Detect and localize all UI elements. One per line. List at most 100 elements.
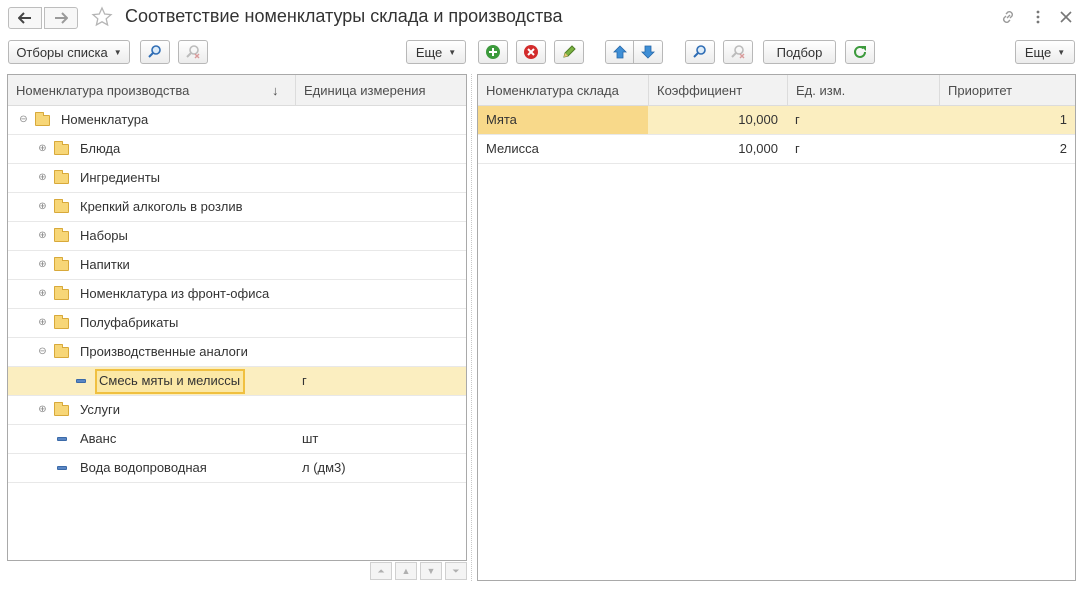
expand-icon[interactable]: ⊕ [38, 144, 47, 154]
table-row-selected[interactable]: Мята 10,000 г 1 [478, 106, 1075, 135]
table-row[interactable]: ⊖ Производственные аналоги [8, 338, 466, 367]
expand-icon[interactable]: ⊕ [38, 289, 47, 299]
column-header-production-nomenclature[interactable]: Номенклатура производства ↓ [8, 75, 295, 106]
row-name: Блюда [80, 141, 121, 156]
row-name: Напитки [80, 257, 130, 272]
expand-icon[interactable]: ⊕ [38, 231, 47, 241]
row-coefficient: 10,000 [738, 112, 778, 127]
table-row[interactable]: ⊖ Номенклатура [8, 106, 466, 135]
row-unit: шт [302, 431, 319, 446]
table-row[interactable]: Аванс шт [8, 425, 466, 454]
column-header-priority[interactable]: Приоритет [939, 75, 1075, 106]
move-up-button[interactable] [605, 40, 634, 64]
table-row[interactable]: ⊕ Блюда [8, 135, 466, 164]
table-row[interactable]: ⊕ Услуги [8, 396, 466, 425]
row-unit: г [795, 112, 800, 127]
folder-icon [54, 141, 69, 155]
collapse-icon[interactable]: ⊖ [38, 347, 47, 357]
row-name: Производственные аналоги [80, 344, 248, 359]
forward-button[interactable] [44, 7, 78, 29]
right-find-button[interactable] [685, 40, 715, 64]
column-header-unit[interactable]: Ед. изм. [787, 75, 939, 106]
edit-button[interactable] [554, 40, 584, 64]
table-row[interactable]: ⊕ Наборы [8, 222, 466, 251]
item-icon [57, 437, 67, 441]
right-cancel-search-button[interactable] [723, 40, 753, 64]
folder-icon [54, 199, 69, 213]
row-name: Вода водопроводная [80, 460, 207, 475]
expand-icon[interactable]: ⊕ [38, 318, 47, 328]
row-unit: л (дм3) [302, 460, 346, 475]
move-down-button[interactable] [633, 40, 663, 64]
folder-icon [54, 170, 69, 184]
column-header-coefficient[interactable]: Коэффициент [648, 75, 787, 106]
folder-icon [54, 344, 69, 358]
warehouse-nomenclature-table[interactable]: Номенклатура склада Коэффициент Ед. изм.… [477, 74, 1076, 581]
row-priority: 2 [1059, 141, 1067, 156]
chevron-down-icon: ▼ [1057, 47, 1066, 57]
row-name: Ингредиенты [80, 170, 160, 185]
row-name: Полуфабрикаты [80, 315, 179, 330]
table-row-selected[interactable]: Смесь мяты и мелиссы г [8, 367, 466, 396]
expand-icon[interactable]: ⊕ [38, 260, 47, 270]
cancel-search-button[interactable] [178, 40, 208, 64]
selection-label: Подбор [776, 44, 823, 60]
scroll-down-button[interactable]: ▼ [420, 562, 442, 580]
down-icon: ▼ [426, 566, 436, 576]
page-title: Соответствие номенклатуры склада и произ… [125, 6, 563, 26]
expand-icon[interactable]: ⊕ [38, 202, 47, 212]
sort-arrow-icon: ↓ [272, 83, 279, 98]
delete-button[interactable] [516, 40, 546, 64]
chevron-down-icon: ▼ [448, 47, 457, 57]
table-row[interactable]: ⊕ Полуфабрикаты [8, 309, 466, 338]
right-more-button[interactable]: Еще ▼ [1015, 40, 1075, 64]
search-icon [148, 45, 161, 58]
folder-icon [54, 286, 69, 300]
folder-icon [54, 315, 69, 329]
list-filters-button[interactable]: Отборы списка ▼ [8, 40, 130, 64]
list-filters-label: Отборы списка [16, 44, 108, 60]
collapse-icon[interactable]: ⊖ [19, 115, 28, 125]
link-icon[interactable] [1000, 9, 1016, 25]
search-cancel-icon [731, 45, 745, 59]
last-icon: ⏷ [452, 565, 460, 576]
column-header-warehouse-nomenclature[interactable]: Номенклатура склада [478, 75, 648, 106]
star-icon[interactable] [91, 6, 113, 28]
close-icon[interactable] [1059, 10, 1073, 24]
selection-button[interactable]: Подбор [763, 40, 836, 64]
more-vertical-icon[interactable] [1035, 9, 1041, 25]
table-row[interactable]: Мелисса 10,000 г 2 [478, 135, 1075, 164]
scroll-up-button[interactable]: ▲ [395, 562, 417, 580]
row-name: Номенклатура [61, 112, 149, 127]
add-icon [486, 45, 500, 59]
add-button[interactable] [478, 40, 508, 64]
item-icon [76, 379, 86, 383]
panel-splitter[interactable] [471, 74, 472, 581]
row-name: Смесь мяты и мелиссы [99, 373, 241, 388]
production-nomenclature-tree[interactable]: Номенклатура производства ↓ Единица изме… [7, 74, 467, 561]
table-row[interactable]: ⊕ Ингредиенты [8, 164, 466, 193]
find-button[interactable] [140, 40, 170, 64]
back-button[interactable] [8, 7, 42, 29]
right-table-header: Номенклатура склада Коэффициент Ед. изм.… [478, 75, 1075, 106]
row-name: Услуги [80, 402, 120, 417]
folder-icon [54, 402, 69, 416]
scroll-last-button[interactable]: ⏷ [445, 562, 467, 580]
refresh-icon [854, 45, 866, 58]
arrow-up-icon [612, 45, 627, 59]
table-row[interactable]: ⊕ Крепкий алкоголь в розлив [8, 193, 466, 222]
row-name: Номенклатура из фронт-офиса [80, 286, 270, 301]
table-row[interactable]: Вода водопроводная л (дм3) [8, 454, 466, 483]
folder-icon [54, 228, 69, 242]
row-name: Крепкий алкоголь в розлив [80, 199, 243, 214]
expand-icon[interactable]: ⊕ [38, 405, 47, 415]
row-unit: г [795, 141, 800, 156]
folder-icon [54, 257, 69, 271]
refresh-button[interactable] [845, 40, 875, 64]
column-header-unit[interactable]: Единица измерения [295, 75, 466, 106]
table-row[interactable]: ⊕ Номенклатура из фронт-офиса [8, 280, 466, 309]
table-row[interactable]: ⊕ Напитки [8, 251, 466, 280]
expand-icon[interactable]: ⊕ [38, 173, 47, 183]
left-more-button[interactable]: Еще ▼ [406, 40, 466, 64]
scroll-first-button[interactable]: ⏶ [370, 562, 392, 580]
